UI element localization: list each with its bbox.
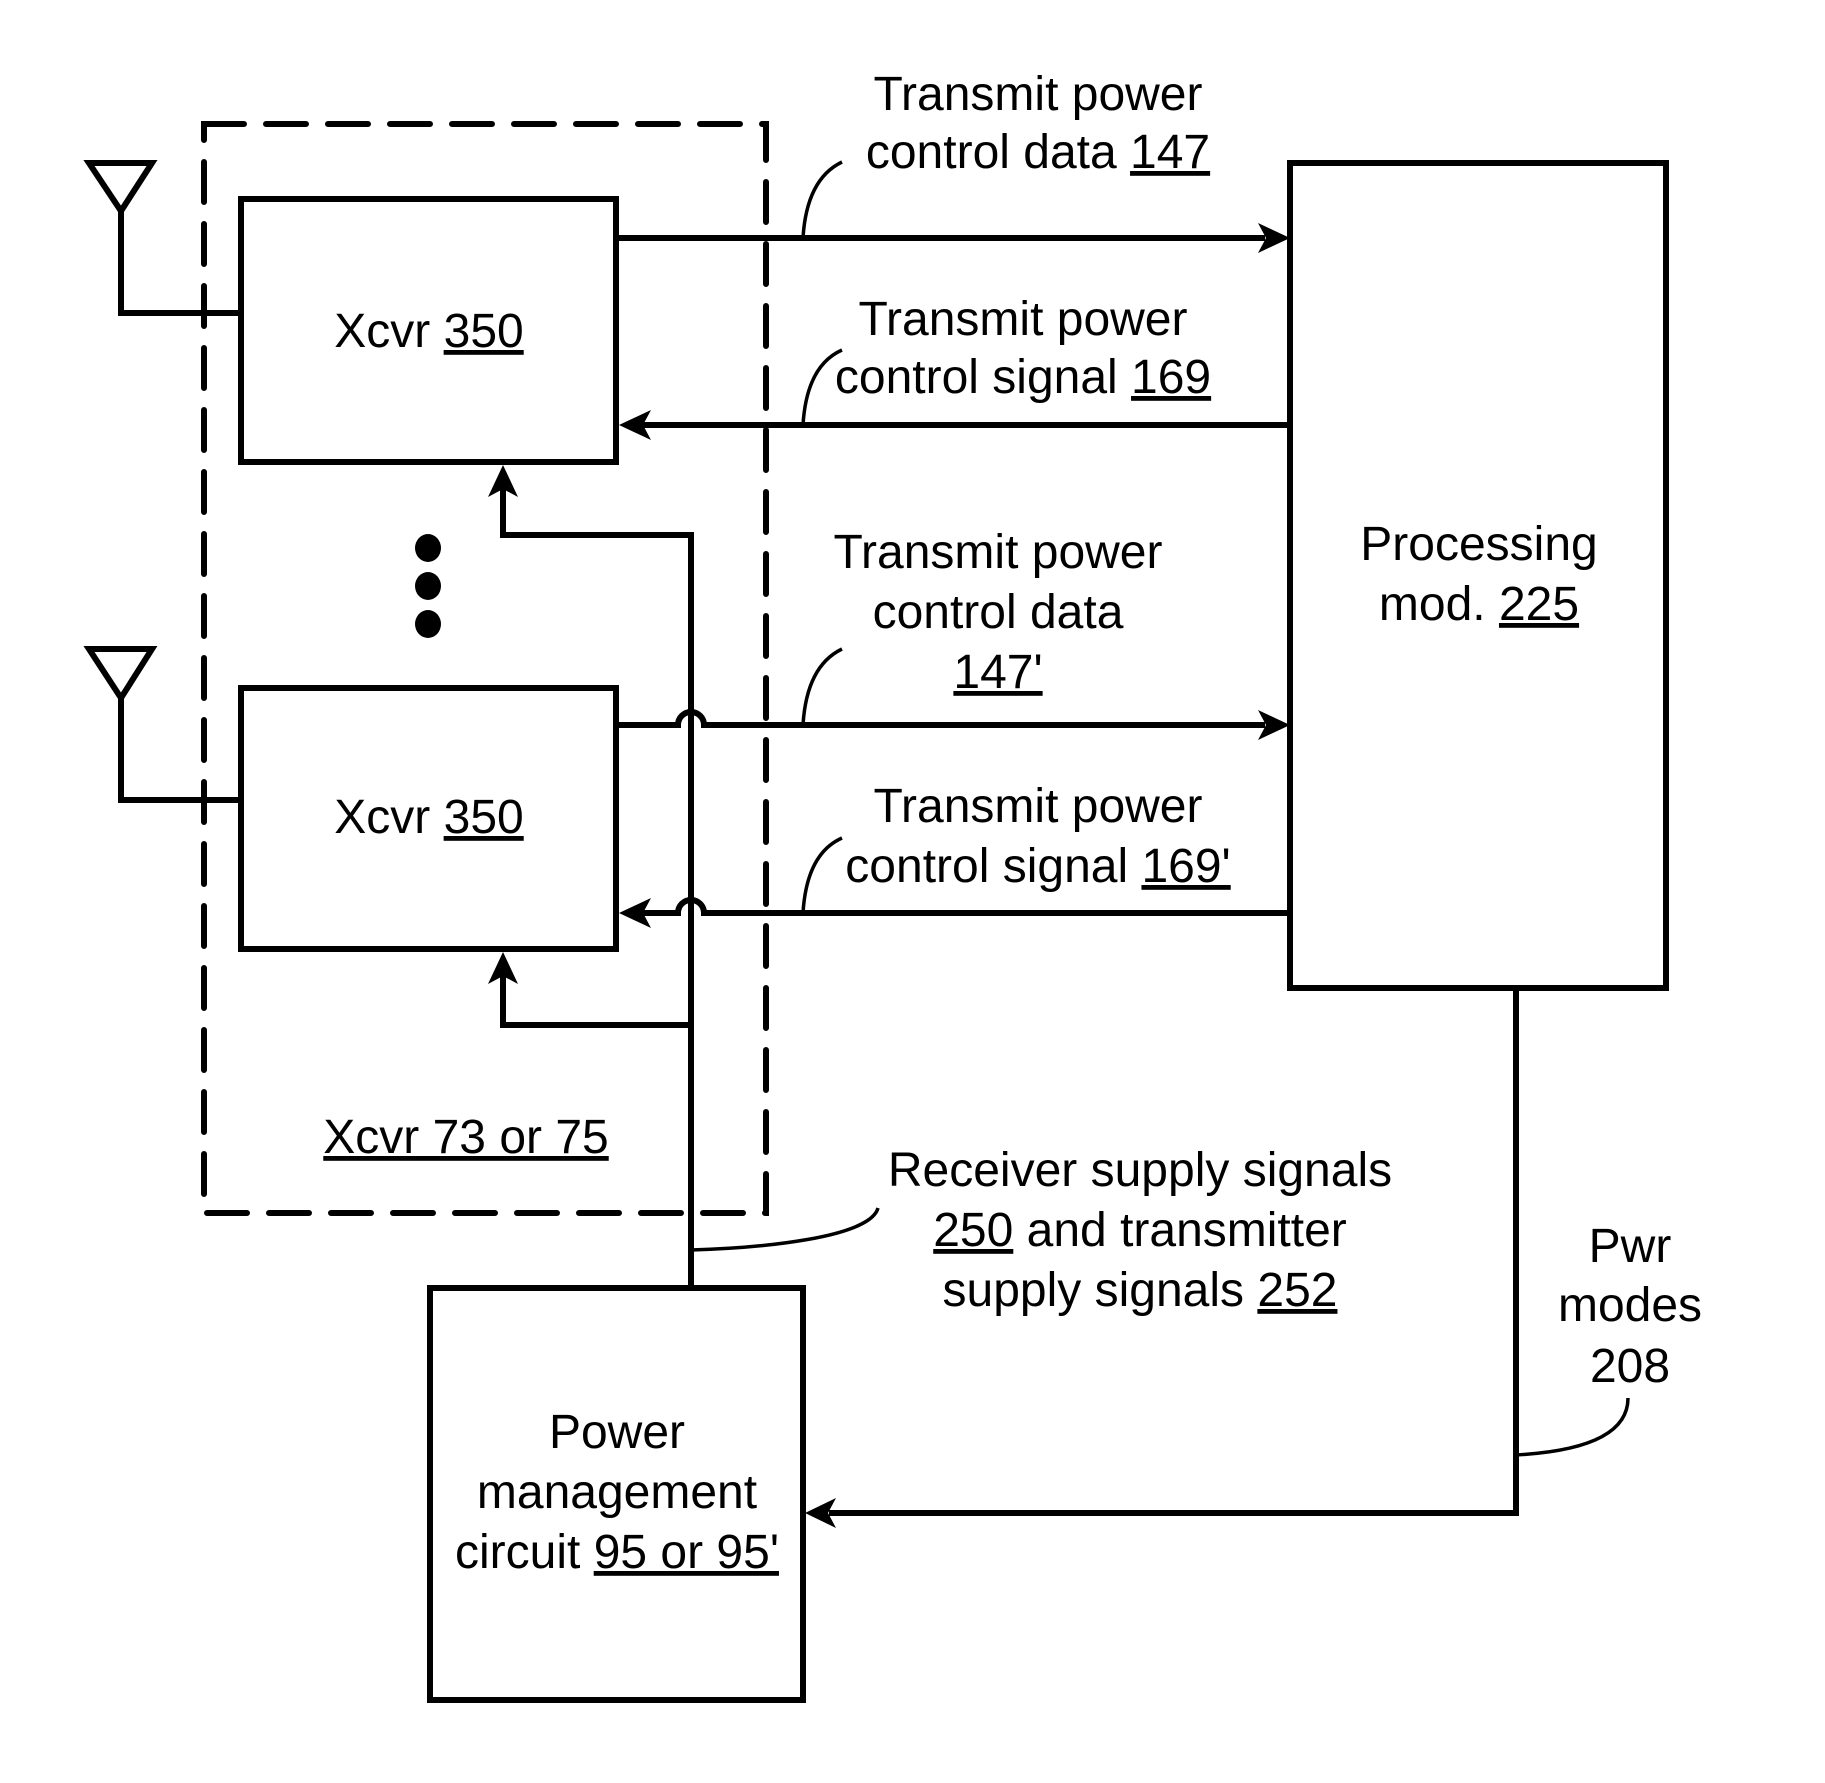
- transceiver-block-top: Xcvr 350: [238, 196, 619, 465]
- supply-signals-label: Receiver supply signals 250 and transmit…: [888, 1144, 1392, 1317]
- transceiver-label: Xcvr 350: [334, 305, 523, 358]
- transceiver-ref: 350: [444, 305, 524, 358]
- leader-line: [801, 160, 843, 239]
- svg-text:Transmit power: Transmit power: [874, 780, 1203, 833]
- processing-module-block: Processing mod. 225: [1287, 160, 1669, 991]
- power-management-label-line2: management: [477, 1466, 757, 1519]
- block-diagram: Xcvr 350 Xcvr 350 Processing mod. 225 Po…: [83, 68, 1702, 1703]
- tx-power-control-signal-prime-label: Transmit power control signal 169': [845, 780, 1230, 893]
- transceiver-group-label: Xcvr 73 or 75: [323, 1111, 608, 1164]
- signal-ref: 250: [933, 1204, 1013, 1257]
- ellipsis-dots-icon: [415, 534, 441, 638]
- power-management-block: Power management circuit 95 or 95': [427, 1285, 806, 1703]
- tx-power-control-signal-prime-arrow: [619, 897, 1290, 928]
- power-modes-arrow: [805, 985, 1519, 1528]
- signal-ref: 252: [1257, 1264, 1337, 1317]
- svg-text:208: 208: [1590, 1340, 1670, 1393]
- tx-power-control-data-label: Transmit power control data 147: [866, 68, 1210, 179]
- svg-text:modes: modes: [1558, 1279, 1702, 1332]
- power-management-ref: 95 or 95': [594, 1526, 779, 1579]
- power-management-label-line3: circuit 95 or 95': [455, 1526, 779, 1579]
- power-management-label-line1: Power: [549, 1406, 685, 1459]
- tx-power-control-data-arrow: [616, 223, 1290, 253]
- leader-line: [801, 836, 843, 914]
- tx-power-control-data-prime-label: Transmit power control data 147': [834, 526, 1163, 699]
- antenna-icon: [83, 646, 244, 803]
- power-modes-label: Pwr modes 208: [1558, 1220, 1702, 1393]
- svg-text:Transmit power: Transmit power: [874, 68, 1203, 121]
- svg-text:Receiver supply signals: Receiver supply signals: [888, 1144, 1392, 1197]
- svg-text:control data: control data: [873, 586, 1124, 639]
- svg-text:Transmit power: Transmit power: [834, 526, 1163, 579]
- signal-ref: 147: [1130, 126, 1210, 179]
- svg-text:Pwr: Pwr: [1589, 1220, 1672, 1273]
- leader-line: [801, 647, 843, 726]
- svg-text:control signal 169': control signal 169': [845, 840, 1230, 893]
- signal-ref: 147': [953, 646, 1042, 699]
- svg-text:control data 147: control data 147: [866, 126, 1210, 179]
- tx-power-control-signal-arrow: [619, 410, 1290, 440]
- processing-module-label-line2: mod. 225: [1379, 578, 1579, 631]
- signal-ref: 169': [1141, 840, 1230, 893]
- transceiver-ref: 350: [444, 791, 524, 844]
- svg-text:Transmit power: Transmit power: [859, 293, 1188, 346]
- svg-text:250 and transmitter: 250 and transmitter: [933, 1204, 1347, 1257]
- transceiver-block-bottom: Xcvr 350: [238, 685, 619, 952]
- processing-module-ref: 225: [1499, 578, 1579, 631]
- processing-module-label-line1: Processing: [1360, 518, 1597, 571]
- svg-text:control signal 169: control signal 169: [835, 351, 1211, 404]
- tx-power-control-signal-label: Transmit power control signal 169: [835, 293, 1211, 404]
- svg-text:supply signals 252: supply signals 252: [943, 1264, 1338, 1317]
- tx-power-control-data-prime-arrow: [616, 709, 1290, 740]
- signal-ref: 169: [1131, 351, 1211, 404]
- antenna-icon: [83, 160, 244, 316]
- leader-line: [1515, 1397, 1630, 1457]
- transceiver-label: Xcvr 350: [334, 791, 523, 844]
